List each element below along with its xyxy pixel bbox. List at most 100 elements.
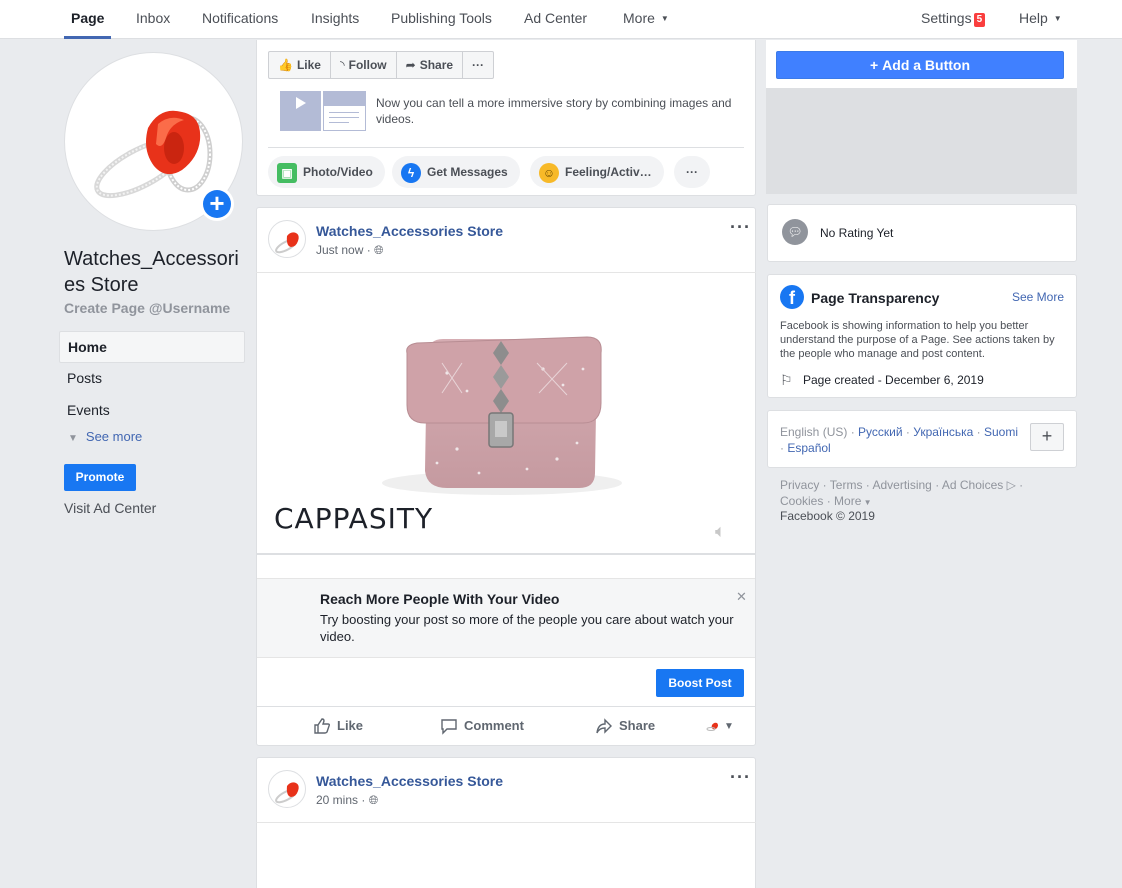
plus-icon: + (869, 57, 879, 73)
add-language-button[interactable]: + (1030, 423, 1064, 451)
ring-avatar-icon (706, 719, 720, 733)
post-video[interactable]: CAPPASITY 🔈︎ (257, 273, 755, 553)
boost-tip-title: Reach More People With Your Video (320, 591, 560, 607)
tab-inbox[interactable]: Inbox (136, 0, 170, 39)
share-arrow-icon (596, 718, 612, 734)
document-icon (323, 91, 366, 131)
more-actions-button[interactable]: ··· (463, 52, 493, 78)
add-a-button[interactable]: + Add a Button (776, 51, 1064, 79)
post-options-icon[interactable]: ··· (730, 768, 751, 786)
get-messages-chip[interactable]: ϟ Get Messages (392, 156, 520, 188)
globe-icon: 🌐︎ (368, 793, 379, 807)
thumbs-up-icon: 👍 (278, 58, 293, 72)
post-options-icon[interactable]: ··· (730, 218, 751, 236)
boost-post-button[interactable]: Boost Post (656, 669, 744, 697)
see-more-label: See more (85, 429, 143, 444)
feeling-activity-chip[interactable]: ☺ Feeling/Activ… (530, 156, 664, 188)
thumbs-up-icon (314, 718, 331, 734)
divider (256, 706, 756, 707)
language-ukrainian[interactable]: Українська (913, 425, 973, 439)
chevron-down-icon: ▼ (861, 498, 872, 507)
footer-ad-choices[interactable]: Ad Choices (942, 478, 1003, 492)
page-title: Watches_Accessories Store (64, 248, 239, 296)
like-page-button[interactable]: 👍 Like (269, 52, 331, 78)
close-icon[interactable]: ✕ (736, 589, 747, 605)
post-author-avatar[interactable] (268, 770, 306, 808)
footer-more[interactable]: More (834, 494, 861, 508)
post-timestamp[interactable]: 20 mins · 🌐︎ (316, 793, 378, 808)
tab-notifications[interactable]: Notifications (202, 0, 278, 39)
ad-choices-icon: ▷ (1003, 478, 1016, 492)
divider (256, 553, 756, 555)
update-picture-button[interactable]: + (200, 187, 234, 221)
speaker-muted-icon[interactable]: 🔈︎ (715, 521, 726, 542)
create-username-link[interactable]: Create Page @Username (64, 300, 230, 316)
tab-more[interactable]: More ▼ (623, 0, 669, 39)
photo-icon: ▣ (277, 162, 297, 183)
page-transparency-see-more[interactable]: See More (1012, 290, 1064, 304)
follow-label: Follow (348, 58, 387, 72)
help-link[interactable]: Help ▼ (1019, 0, 1062, 39)
footer-links: Privacy · Terms · Advertising · Ad Choic… (780, 478, 1024, 508)
plus-icon: + (203, 190, 231, 218)
language-finnish[interactable]: Suomi (984, 425, 1018, 439)
footer-advertising[interactable]: Advertising (872, 478, 931, 492)
post-author-name[interactable]: Watches_Accessories Store (316, 223, 503, 239)
smiley-icon: ☺ (539, 162, 559, 183)
left-nav-posts[interactable]: Posts (59, 363, 245, 395)
footer-terms[interactable]: Terms (830, 478, 863, 492)
post-author-name[interactable]: Watches_Accessories Store (316, 773, 503, 789)
footer-cookies[interactable]: Cookies (780, 494, 823, 508)
share-page-label: Share (419, 58, 454, 72)
composer-more-chip[interactable]: ··· (674, 156, 710, 188)
get-messages-label: Get Messages (427, 165, 508, 179)
tab-page[interactable]: Page (64, 0, 112, 39)
tab-ad-center[interactable]: Ad Center (524, 0, 587, 39)
share-arrow-icon: ➦ (405, 58, 416, 72)
page-transparency-description: Facebook is showing information to help … (780, 320, 1055, 360)
globe-icon: 🌐︎ (374, 243, 384, 257)
composer-illustration (280, 91, 366, 131)
settings-label: Settings (921, 10, 972, 26)
add-a-button-label: Add a Button (882, 57, 971, 73)
video-thumbnail-icon (280, 91, 321, 131)
language-russian[interactable]: Русский (858, 425, 903, 439)
post-comment-button[interactable]: Comment (440, 717, 524, 735)
tab-publishing-tools[interactable]: Publishing Tools (391, 0, 492, 39)
help-label: Help (1019, 10, 1048, 26)
post-timestamp[interactable]: Just now · 🌐︎ (316, 243, 384, 258)
divider (256, 822, 756, 823)
post-time-label: Just now (316, 243, 364, 257)
left-nav-home[interactable]: Home (59, 331, 245, 363)
tab-insights[interactable]: Insights (311, 0, 359, 39)
photo-video-chip[interactable]: ▣ Photo/Video (268, 156, 385, 188)
messenger-icon: ϟ (401, 162, 421, 183)
flag-icon: ⚐ (780, 372, 793, 388)
facebook-logo-icon: f (780, 285, 804, 309)
settings-badge: 5 (973, 13, 986, 27)
post-as-selector[interactable]: ▼ (706, 719, 734, 733)
see-more-link[interactable]: ▼ See more (68, 429, 142, 444)
post-like-button[interactable]: Like (313, 717, 363, 735)
rating-card (767, 204, 1077, 262)
left-nav: Home Posts Events (59, 331, 245, 427)
chevron-down-icon: ▼ (1053, 14, 1062, 24)
share-page-button[interactable]: ➦ Share (397, 52, 464, 78)
post-like-label: Like (337, 718, 364, 733)
promote-button[interactable]: Promote (64, 464, 136, 491)
settings-link[interactable]: Settings 5 (921, 0, 986, 39)
page-transparency-title: Page Transparency (811, 290, 940, 306)
visit-ad-center-link[interactable]: Visit Ad Center (64, 500, 156, 516)
review-bubble-icon: 💬︎ (782, 219, 808, 245)
comment-icon (441, 719, 457, 735)
chevron-down-icon: ▼ (68, 433, 78, 444)
footer-privacy[interactable]: Privacy (780, 478, 819, 492)
left-nav-events[interactable]: Events (59, 395, 245, 427)
post-share-button[interactable]: Share (595, 717, 655, 735)
follow-button[interactable]: ◝ Follow (331, 52, 397, 78)
post-author-avatar[interactable] (268, 220, 306, 258)
current-language: English (US) (780, 425, 848, 439)
cappasity-watermark: CAPPASITY (274, 502, 434, 535)
language-spanish[interactable]: Español (787, 441, 830, 455)
copyright-text: Facebook © 2019 (780, 509, 875, 523)
